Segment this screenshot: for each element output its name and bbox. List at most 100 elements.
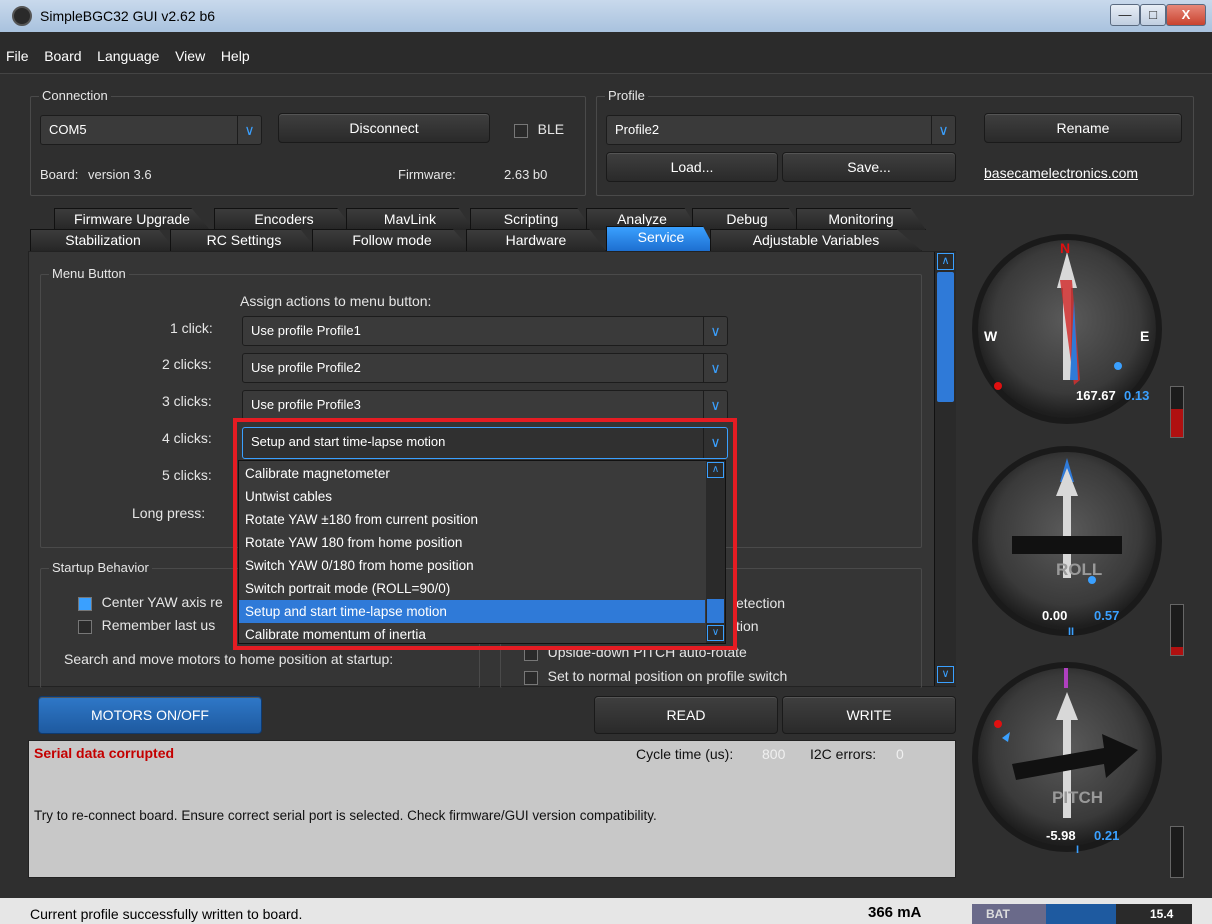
- menu-bar: File Board Language View Help: [0, 32, 1212, 74]
- tab-follow-mode[interactable]: Follow mode: [312, 229, 472, 251]
- firmware-version: 2.63 b0: [504, 167, 548, 182]
- scroll-thumb[interactable]: [937, 272, 954, 402]
- menu-language[interactable]: Language: [91, 42, 165, 70]
- app-icon: [12, 6, 32, 26]
- menu-board[interactable]: Board: [38, 42, 87, 70]
- menu-help[interactable]: Help: [215, 42, 256, 70]
- roll-level-fill: [1171, 647, 1183, 655]
- pitch-gauge: PITCH -5.98 0.21 I: [972, 662, 1162, 856]
- tab-hardware[interactable]: Hardware: [466, 229, 606, 251]
- scroll-up-icon[interactable]: ∧: [937, 253, 954, 270]
- port-select[interactable]: COM5 ∨: [40, 115, 262, 145]
- ble-label: BLE: [537, 121, 565, 137]
- tab-mavlink[interactable]: MavLink: [346, 208, 474, 230]
- compass-n: N: [1060, 240, 1071, 256]
- tab-debug[interactable]: Debug: [692, 208, 802, 230]
- current-reading: 366 mA: [868, 904, 922, 921]
- row-label-1-click: 1 click:: [170, 320, 213, 336]
- roll-rate: 0.57: [1094, 608, 1120, 623]
- pitch-label: PITCH: [1052, 788, 1103, 807]
- tab-scripting[interactable]: Scripting: [470, 208, 592, 230]
- disconnect-button[interactable]: Disconnect: [278, 113, 490, 143]
- write-button[interactable]: WRITE: [782, 696, 956, 734]
- row-label-3-clicks: 3 clicks:: [162, 393, 212, 409]
- chevron-down-icon: ∨: [703, 391, 727, 419]
- pitch-angle: -5.98: [1046, 828, 1076, 843]
- battery-bar: BAT 15.4: [972, 904, 1192, 924]
- tab-adjustable-variables[interactable]: Adjustable Variables: [710, 229, 922, 251]
- action-select-3-clicks[interactable]: Use profile Profile3 ∨: [242, 390, 728, 420]
- remember-checkbox[interactable]: Remember last us: [78, 617, 215, 634]
- right-option-2: tion: [736, 618, 759, 634]
- chevron-down-icon: ∨: [931, 116, 955, 144]
- battery-level: [1046, 904, 1116, 924]
- board-version: version 3.6: [88, 167, 152, 182]
- scroll-down-icon[interactable]: ∨: [937, 666, 954, 683]
- chevron-down-icon: ∨: [703, 317, 727, 345]
- check-icon: [78, 596, 92, 611]
- checkbox-box: [78, 619, 92, 634]
- tab-stabilization[interactable]: Stabilization: [30, 229, 176, 251]
- connection-title: Connection: [39, 88, 111, 103]
- right-option-1: etection: [736, 595, 786, 611]
- panel-scrollbar[interactable]: ∧ ∨: [934, 252, 956, 686]
- roll-indicator-icon: [1012, 458, 1122, 584]
- startup-behavior-title: Startup Behavior: [49, 560, 152, 575]
- yaw-gauge: N W E 167.67 0.13: [972, 234, 1162, 424]
- remember-label: Remember last us: [101, 617, 216, 633]
- status-message: Try to re-connect board. Ensure correct …: [34, 808, 657, 823]
- profile-value: Profile2: [615, 122, 660, 137]
- minimize-button[interactable]: —: [1110, 4, 1140, 26]
- maximize-button[interactable]: □: [1140, 4, 1166, 26]
- menu-file[interactable]: File: [0, 42, 35, 70]
- center-yaw-checkbox[interactable]: Center YAW axis re: [78, 594, 223, 611]
- pitch-indicator-icon: [994, 668, 1138, 818]
- i2c-errors-value: 0: [896, 746, 904, 762]
- firmware-label: Firmware:: [398, 167, 456, 182]
- footer-message: Current profile successfully written to …: [30, 906, 303, 922]
- chevron-down-icon: ∨: [703, 354, 727, 382]
- highlight-box: [233, 418, 737, 650]
- roll-label: ROLL: [1056, 560, 1103, 579]
- tab-service[interactable]: Service: [606, 226, 716, 251]
- i2c-errors-label: I2C errors:: [810, 746, 877, 762]
- compass-e: E: [1140, 328, 1150, 344]
- menu-button-title: Menu Button: [49, 266, 129, 281]
- battery-voltage: 15.4: [1150, 907, 1174, 921]
- read-button[interactable]: READ: [594, 696, 778, 734]
- website-link[interactable]: basecamelectronics.com: [984, 165, 1138, 181]
- status-error: Serial data corrupted: [34, 745, 175, 761]
- action-select-2-clicks[interactable]: Use profile Profile2 ∨: [242, 353, 728, 383]
- cycle-time-value: 800: [762, 746, 786, 762]
- board-label: Board:: [40, 167, 79, 182]
- ble-checkbox[interactable]: BLE: [514, 121, 564, 138]
- rename-button[interactable]: Rename: [984, 113, 1182, 143]
- action-select-1-click[interactable]: Use profile Profile1 ∨: [242, 316, 728, 346]
- tab-monitoring[interactable]: Monitoring: [796, 208, 926, 230]
- pitch-rate: 0.21: [1094, 828, 1120, 843]
- assign-label: Assign actions to menu button:: [240, 293, 432, 309]
- normal-position-checkbox[interactable]: Set to normal position on profile switch: [524, 668, 787, 685]
- profile-title: Profile: [605, 88, 648, 103]
- save-button[interactable]: Save...: [782, 152, 956, 182]
- tab-firmware-upgrade[interactable]: Firmware Upgrade: [54, 208, 210, 230]
- roll-gauge: ROLL 0.00 0.57 II: [972, 446, 1162, 638]
- row-label-5-clicks: 5 clicks:: [162, 467, 212, 483]
- row-label-2-clicks: 2 clicks:: [162, 356, 212, 372]
- compass-w: W: [984, 328, 998, 344]
- menu-view[interactable]: View: [169, 42, 211, 70]
- motors-toggle-button[interactable]: MOTORS ON/OFF: [38, 696, 262, 734]
- row-label-long-press: Long press:: [132, 505, 206, 521]
- pitch-level-bar: [1170, 826, 1184, 878]
- roll-level-bar: [1170, 604, 1184, 656]
- center-yaw-label: Center YAW axis re: [101, 594, 223, 610]
- yaw-rate: 0.13: [1124, 388, 1150, 403]
- tab-encoders[interactable]: Encoders: [214, 208, 354, 230]
- pitch-marker: I: [1076, 844, 1080, 856]
- battery-label: BAT: [986, 907, 1010, 921]
- yaw-angle: 167.67: [1076, 388, 1116, 403]
- load-button[interactable]: Load...: [606, 152, 778, 182]
- tab-rc-settings[interactable]: RC Settings: [170, 229, 318, 251]
- close-button[interactable]: X: [1166, 4, 1206, 26]
- profile-select[interactable]: Profile2 ∨: [606, 115, 956, 145]
